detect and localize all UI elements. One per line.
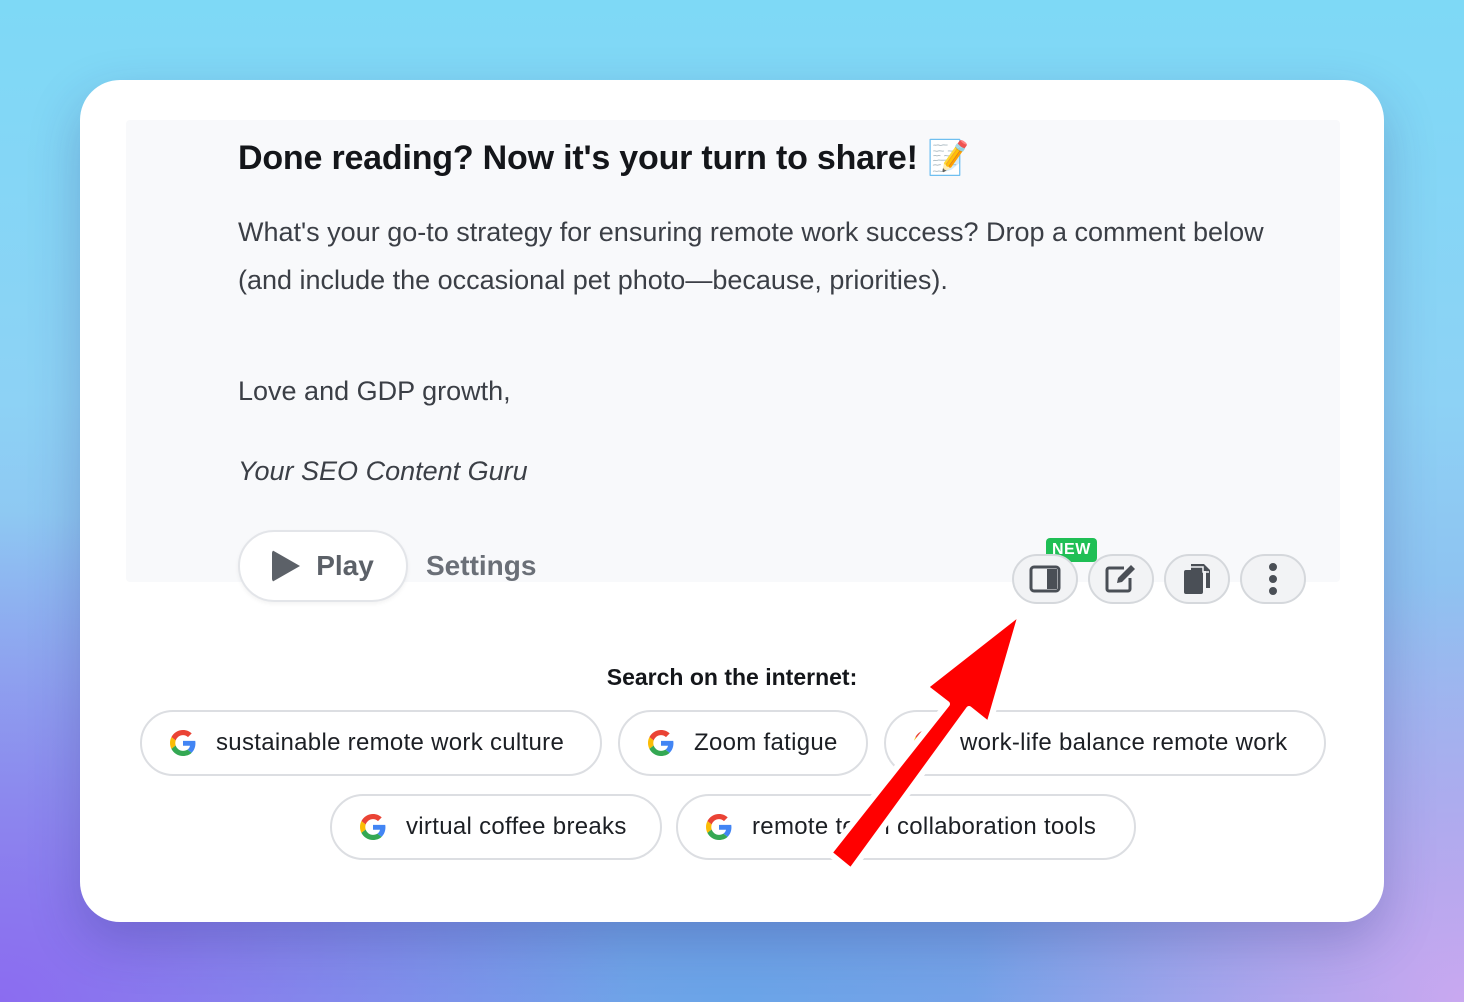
- more-vertical-icon: [1269, 563, 1277, 595]
- search-chip[interactable]: virtual coffee breaks: [330, 794, 662, 860]
- chip-label: work-life balance remote work: [960, 729, 1288, 756]
- search-chip[interactable]: Zoom fatigue: [618, 710, 868, 776]
- open-sidebar-button[interactable]: [1012, 554, 1078, 604]
- signature-text: Your SEO Content Guru: [238, 456, 528, 486]
- play-label: Play: [316, 550, 374, 581]
- search-heading: Search on the internet:: [606, 664, 858, 690]
- settings-link[interactable]: Settings: [426, 550, 536, 582]
- google-icon: [914, 730, 940, 756]
- search-chip[interactable]: work-life balance remote work: [884, 710, 1326, 776]
- signoff-text: Love and GDP growth,: [238, 376, 511, 406]
- google-icon: [706, 814, 732, 840]
- chip-label: Zoom fatigue: [694, 729, 838, 756]
- google-icon: [648, 730, 674, 756]
- edit-button[interactable]: [1088, 554, 1154, 604]
- play-icon: [272, 550, 301, 582]
- search-chip[interactable]: remote team collaboration tools: [676, 794, 1136, 860]
- more-options-button[interactable]: [1240, 554, 1306, 604]
- chip-label: remote team collaboration tools: [752, 813, 1097, 840]
- chip-label: sustainable remote work culture: [216, 729, 565, 756]
- response-heading: Done reading? Now it's your turn to shar…: [238, 139, 970, 177]
- google-icon: [360, 814, 386, 840]
- chip-label: virtual coffee breaks: [406, 813, 627, 840]
- copy-icon: [1184, 564, 1210, 594]
- play-button[interactable]: Play: [238, 530, 408, 602]
- google-icon: [170, 730, 196, 756]
- search-chip[interactable]: sustainable remote work culture: [140, 710, 602, 776]
- copy-button[interactable]: [1164, 554, 1230, 604]
- response-body: What's your go-to strategy for ensuring …: [238, 217, 1264, 295]
- response-card: Done reading? Now it's your turn to shar…: [80, 80, 1384, 922]
- response-content: Done reading? Now it's your turn to shar…: [126, 120, 1340, 602]
- edit-icon: [1105, 565, 1135, 593]
- sidebar-panel-icon: [1029, 565, 1061, 593]
